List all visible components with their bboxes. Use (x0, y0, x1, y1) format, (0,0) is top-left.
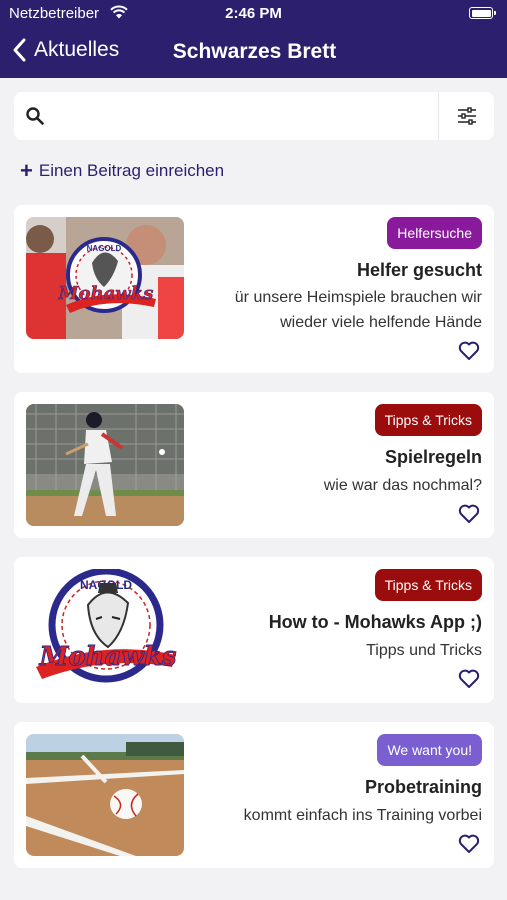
category-badge: We want you! (377, 734, 482, 766)
post-card[interactable]: We want you! Probetraining kommt einfach… (14, 722, 494, 868)
category-badge: Tipps & Tricks (374, 569, 482, 601)
team-logo-photo: NAGOLD Mohawks (26, 217, 184, 339)
batter-photo (26, 404, 184, 526)
filter-button[interactable] (438, 92, 494, 140)
navigation-bar: Netzbetreiber 2:46 PM Aktuelles Schwarze… (0, 0, 507, 78)
post-card[interactable]: NAGOLD Mohawks Tipps & Tricks How to - M… (14, 557, 494, 703)
category-badge: Tipps & Tricks (374, 404, 482, 436)
baseball-field-photo (26, 734, 184, 856)
post-card[interactable]: NAGOLD Mohawks Helfersuche Helfer gesuch… (14, 205, 494, 373)
card-title: Probetraining (364, 777, 482, 797)
post-card[interactable]: Tipps & Tricks Spielregeln wie war das n… (14, 392, 494, 538)
page-title: Schwarzes Brett (172, 40, 337, 63)
logo-script-text: Mohawks (58, 283, 154, 304)
heart-outline-icon[interactable] (458, 834, 480, 854)
submit-post-label: Einen Beitrag einreichen (38, 161, 225, 180)
battery-icon (469, 7, 496, 19)
card-description: kommt einfach ins Training vorbei (243, 807, 482, 824)
plus-icon: + (20, 158, 33, 183)
search-icon (26, 107, 44, 125)
sliders-icon (457, 107, 476, 125)
card-description: wie war das nochmal? (323, 477, 482, 494)
heart-outline-icon[interactable] (458, 504, 480, 524)
submit-post-button[interactable]: + Einen Beitrag einreichen (20, 158, 225, 183)
status-bar: Netzbetreiber 2:46 PM (0, 0, 507, 28)
card-title: How to - Mohawks App ;) (268, 612, 482, 632)
card-description: Tipps und Tricks (366, 642, 482, 659)
card-title: Helfer gesucht (356, 260, 482, 280)
search-input[interactable] (58, 100, 432, 132)
card-title: Spielregeln (384, 447, 482, 467)
category-badge: Helfersuche (387, 217, 482, 249)
logo-script-text: Mohawks (39, 642, 177, 672)
search-bar (14, 92, 494, 140)
card-description: ür unsere Heimspiele brauchen wir wieder… (234, 289, 482, 331)
heart-outline-icon[interactable] (458, 669, 480, 689)
status-time: 2:46 PM (225, 5, 282, 22)
mohawks-logo: NAGOLD Mohawks (26, 569, 184, 691)
search-field (14, 92, 438, 140)
heart-outline-icon[interactable] (458, 341, 480, 361)
logo-top-text: NAGOLD (87, 244, 122, 253)
